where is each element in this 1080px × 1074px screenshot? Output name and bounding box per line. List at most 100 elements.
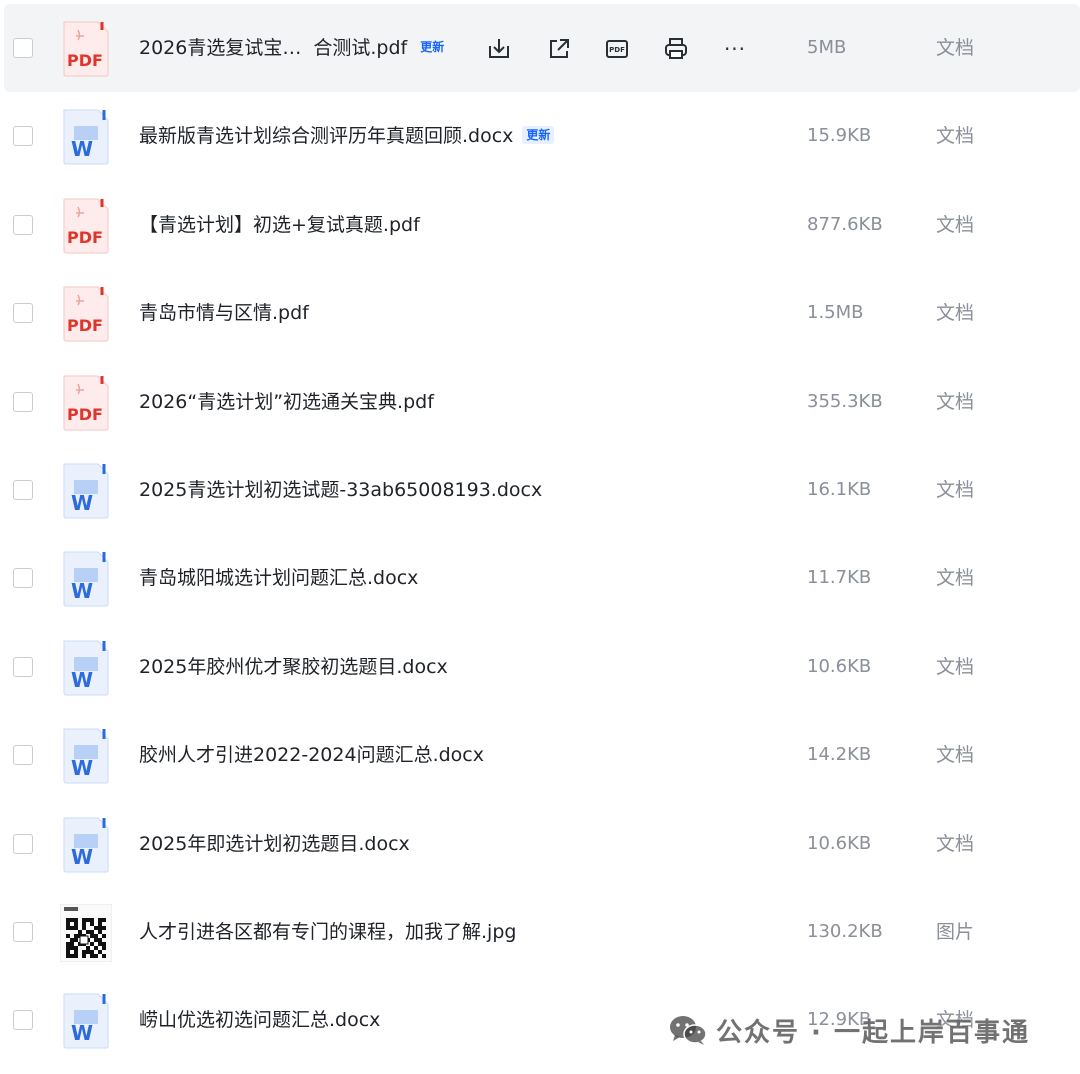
more-label: ··· bbox=[723, 37, 747, 61]
file-size: 10.6KB bbox=[807, 655, 872, 677]
file-type: 文档 bbox=[936, 567, 975, 590]
file-name[interactable]: 2025年胶州优才聚胶初选题目.docx bbox=[139, 623, 448, 711]
file-name-text: 【青选计划】初选+复试真题.pdf bbox=[139, 213, 420, 236]
print-icon[interactable] bbox=[663, 36, 689, 62]
word-icon: W bbox=[60, 727, 112, 785]
file-row[interactable]: W 2025年即选计划初选题目.docx 10.6KB 文档 bbox=[0, 800, 1080, 888]
file-name-text: 最新版青选计划综合测评历年真题回顾.docx bbox=[139, 125, 514, 148]
file-name[interactable]: 2026青选复试宝… 合测试.pdf 更新 bbox=[139, 4, 448, 92]
file-name-tail: 合测试.pdf bbox=[313, 37, 408, 59]
file-type: 文档 bbox=[936, 479, 975, 501]
file-type: 图片 bbox=[936, 921, 975, 943]
file-size: 16.1KB bbox=[807, 479, 872, 500]
row-checkbox[interactable] bbox=[13, 391, 33, 412]
file-type: 文档 bbox=[936, 390, 975, 413]
svg-text:W: W bbox=[71, 845, 93, 869]
word-icon: W bbox=[60, 816, 112, 874]
row-checkbox[interactable] bbox=[13, 480, 33, 500]
svg-text:PDF: PDF bbox=[609, 46, 625, 54]
file-size: 130.2KB bbox=[807, 921, 883, 942]
svg-text:W: W bbox=[71, 491, 93, 515]
file-name[interactable]: 青岛城阳城选计划问题汇总.docx bbox=[139, 534, 418, 622]
file-size: 15.9KB bbox=[807, 125, 872, 147]
svg-text:PDF: PDF bbox=[67, 228, 103, 247]
file-name-text: 2026“青选计划”初选通关宝典.pdf bbox=[139, 390, 434, 413]
file-row[interactable]: W 2025年胶州优才聚胶初选题目.docx 10.6KB 文档 bbox=[0, 623, 1080, 711]
file-size: 11.7KB bbox=[807, 567, 872, 589]
row-checkbox[interactable] bbox=[13, 303, 33, 324]
file-type: 文档 bbox=[936, 37, 975, 59]
more-icon[interactable]: ··· bbox=[722, 36, 748, 62]
file-size: 1.5MB bbox=[807, 302, 864, 324]
pdf-convert-icon[interactable]: PDF bbox=[604, 36, 630, 62]
file-row[interactable]: W 青岛城阳城选计划问题汇总.docx 11.7KB 文档 bbox=[0, 534, 1080, 622]
word-icon: W bbox=[60, 550, 112, 608]
file-row[interactable]: W 胶州人才引进2022-2024问题汇总.docx 14.2KB 文档 bbox=[0, 711, 1080, 799]
file-size: 877.6KB bbox=[807, 213, 883, 235]
row-checkbox[interactable] bbox=[13, 833, 33, 854]
svg-text:PDF: PDF bbox=[67, 51, 103, 70]
row-checkbox[interactable] bbox=[13, 568, 33, 589]
file-name[interactable]: 2026“青选计划”初选通关宝典.pdf bbox=[139, 358, 434, 446]
pdf-icon: PDF bbox=[60, 285, 112, 343]
update-badge: 更新 bbox=[420, 39, 445, 54]
file-name-text: 2025年即选计划初选题目.docx bbox=[139, 832, 410, 855]
file-name[interactable]: 人才引进各区都有专门的课程，加我了解.jpg bbox=[139, 888, 516, 976]
row-checkbox[interactable] bbox=[13, 656, 33, 677]
file-type: 文档 bbox=[936, 832, 975, 855]
file-type: 文档 bbox=[936, 125, 975, 148]
share-icon[interactable] bbox=[546, 36, 572, 62]
file-row[interactable]: W 最新版青选计划综合测评历年真题回顾.docx 更新 15.9KB 文档 bbox=[0, 92, 1080, 180]
update-badge: 更新 bbox=[522, 125, 555, 144]
file-name-text: 2025年胶州优才聚胶初选题目.docx bbox=[139, 655, 448, 678]
file-row[interactable]: PDF 2026“青选计划”初选通关宝典.pdf 355.3KB 文档 bbox=[0, 358, 1080, 446]
file-type: 文档 bbox=[936, 744, 975, 767]
row-checkbox[interactable] bbox=[13, 745, 33, 766]
file-name[interactable]: 青岛市情与区情.pdf bbox=[139, 269, 309, 357]
file-name-text: 2026青选复试宝… bbox=[139, 37, 302, 59]
file-row[interactable]: PDF 2026青选复试宝… 合测试.pdf 更新 PDF ··· 5MB 文档 bbox=[4, 4, 1080, 92]
file-name[interactable]: 【青选计划】初选+复试真题.pdf bbox=[139, 181, 420, 269]
file-row[interactable]: 人才引进各区都有专门的课程，加我了解.jpg 130.2KB 图片 bbox=[0, 888, 1080, 976]
svg-text:W: W bbox=[71, 668, 93, 692]
pdf-icon: PDF bbox=[60, 20, 112, 78]
svg-text:PDF: PDF bbox=[67, 316, 103, 335]
word-icon: W bbox=[60, 639, 112, 697]
watermark: 公众号 · 一起上岸百事通 bbox=[668, 1010, 1030, 1050]
file-name-text: 崂山优选初选问题汇总.docx bbox=[139, 1009, 381, 1032]
watermark-text: 公众号 · 一起上岸百事通 bbox=[716, 1017, 1030, 1048]
file-name[interactable]: 最新版青选计划综合测评历年真题回顾.docx 更新 bbox=[139, 92, 555, 180]
file-size: 355.3KB bbox=[807, 390, 883, 412]
file-type: 文档 bbox=[936, 302, 975, 325]
row-checkbox[interactable] bbox=[13, 214, 33, 235]
row-checkbox[interactable] bbox=[13, 126, 33, 147]
file-name-text: 青岛城阳城选计划问题汇总.docx bbox=[139, 567, 419, 590]
file-name-text: 人才引进各区都有专门的课程，加我了解.jpg bbox=[139, 921, 517, 943]
file-size: 10.6KB bbox=[807, 832, 872, 854]
row-checkbox[interactable] bbox=[13, 1010, 33, 1031]
pdf-icon: PDF bbox=[60, 374, 112, 432]
svg-text:W: W bbox=[71, 579, 93, 603]
file-name-text: 青岛市情与区情.pdf bbox=[139, 302, 309, 325]
file-name[interactable]: 崂山优选初选问题汇总.docx bbox=[139, 976, 380, 1064]
svg-text:W: W bbox=[71, 1021, 93, 1045]
file-size: 5MB bbox=[807, 37, 847, 58]
download-icon[interactable] bbox=[486, 36, 512, 62]
file-row[interactable]: PDF 青岛市情与区情.pdf 1.5MB 文档 bbox=[0, 269, 1080, 357]
file-name[interactable]: 2025年即选计划初选题目.docx bbox=[139, 800, 410, 888]
file-name[interactable]: 2025青选计划初选试题-33ab65008193.docx bbox=[139, 446, 542, 534]
svg-text:W: W bbox=[71, 756, 93, 780]
row-checkbox[interactable] bbox=[13, 38, 33, 58]
word-icon: W bbox=[60, 108, 112, 166]
file-row[interactable]: PDF 【青选计划】初选+复试真题.pdf 877.6KB 文档 bbox=[0, 181, 1080, 269]
file-name[interactable]: 胶州人才引进2022-2024问题汇总.docx bbox=[139, 711, 484, 799]
svg-text:W: W bbox=[71, 137, 93, 161]
word-icon: W bbox=[60, 992, 112, 1050]
row-checkbox[interactable] bbox=[13, 922, 33, 942]
pdf-icon: PDF bbox=[60, 197, 112, 255]
svg-text:PDF: PDF bbox=[67, 405, 103, 424]
file-name-text: 2025青选计划初选试题-33ab65008193.docx bbox=[139, 479, 543, 501]
qr-image-thumbnail bbox=[59, 903, 113, 963]
file-size: 14.2KB bbox=[807, 744, 872, 766]
file-row[interactable]: W 2025青选计划初选试题-33ab65008193.docx 16.1KB 文档 bbox=[0, 446, 1080, 534]
